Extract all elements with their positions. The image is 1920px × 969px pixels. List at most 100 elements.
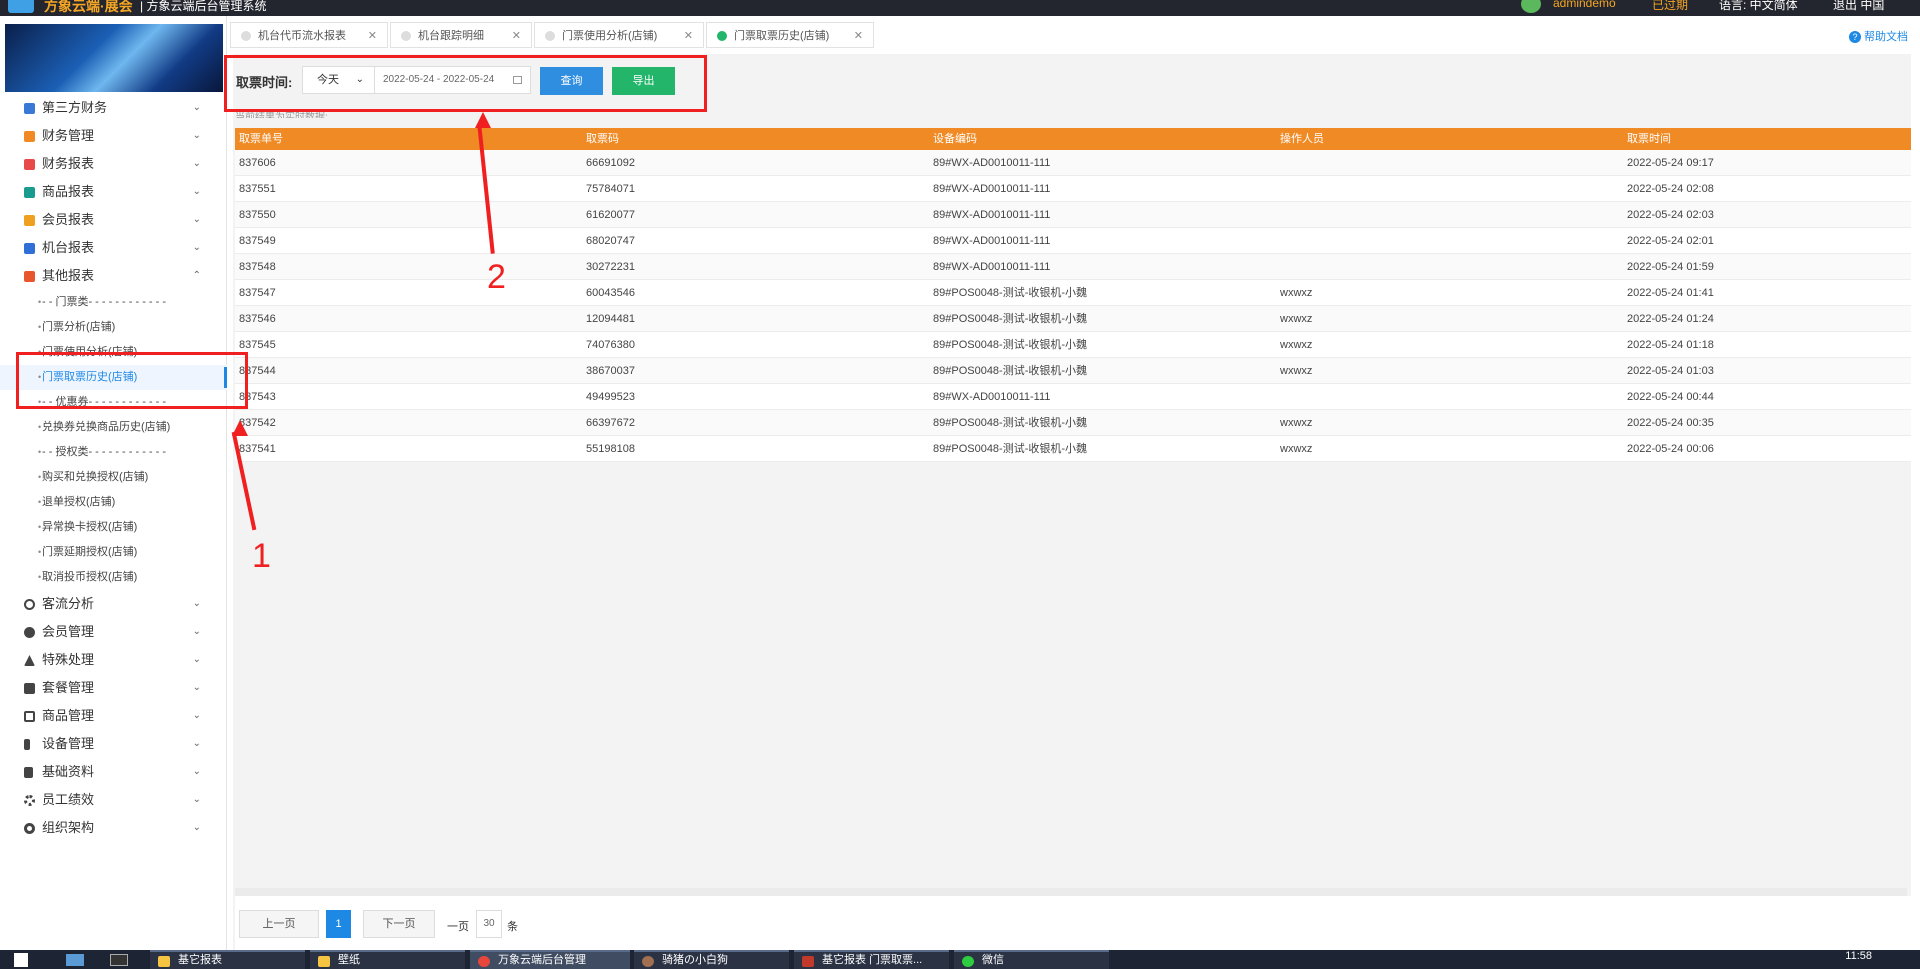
taskbar-item[interactable]: 壁纸 [310,950,465,969]
app-logo-icon [8,0,34,13]
column-header[interactable]: 取票单号 [239,128,283,150]
menu-item-staff[interactable]: 员工绩效 ⌄ [0,786,227,814]
column-header[interactable]: 取票时间 [1627,128,1671,150]
submenu-ticket-extend-auth[interactable]: 门票延期授权(店铺) [0,540,227,565]
folder-icon [158,956,170,967]
traffic-icon [24,599,35,610]
menu-item-basic[interactable]: 基础资料 ⌄ [0,758,227,786]
menu-item-member-report[interactable]: 会员报表 ⌄ [0,206,227,234]
menu-item-device[interactable]: 设备管理 ⌄ [0,730,227,758]
prev-page-button[interactable]: 上一页 [239,910,319,938]
menu-label: 员工绩效 [42,792,95,807]
report-icon [24,159,35,170]
menu-item-finance-report[interactable]: 财务报表 ⌄ [0,150,227,178]
table-row[interactable]: 837549 68020747 89#WX-AD0010011-111 2022-05… [235,228,1911,254]
tab-machine-token-report[interactable]: 机台代币流水报表 ✕ [230,22,388,48]
close-icon[interactable]: ✕ [684,23,693,49]
tab-ticket-history[interactable]: 门票取票历史(店铺) ✕ [706,22,874,48]
member-report-icon [24,215,35,226]
column-header[interactable]: 取票码 [586,128,619,150]
tab-dot-icon [545,31,555,41]
explorer-icon[interactable] [66,954,84,966]
username[interactable]: admindemo [1553,0,1616,10]
submenu-ticket-analysis[interactable]: 门票分析(店铺) [0,315,227,340]
taskbar-item[interactable]: 基它报表 [150,950,305,969]
menu-item-third-party-finance[interactable]: 第三方财务 ⌄ [0,94,227,122]
menu-label: 第三方财务 [42,100,108,115]
taskbar-label: 基它报表 [178,954,222,966]
close-icon[interactable]: ✕ [512,23,521,49]
menu-item-product-report[interactable]: 商品报表 ⌄ [0,178,227,206]
help-link[interactable]: ? 帮助文档 [1849,28,1908,44]
org-icon [24,823,35,834]
table-row[interactable]: 837541 55198108 89#POS0048-测试-收银机-小魏 wxwxz 2… [235,436,1911,462]
table-row[interactable]: 837606 66691092 89#WX-AD0010011-111 2022-05… [235,150,1911,176]
tab-dot-icon [241,31,251,41]
submenu-purchase-auth[interactable]: 购买和兑换授权(店铺) [0,465,227,490]
table-cell: 2022-05-24 02:03 [1627,209,1714,221]
tab-label: 门票使用分析(店铺) [562,30,658,42]
table-cell: 89#POS0048-测试-收银机-小魏 [933,287,1088,299]
table-cell: 2022-05-24 02:01 [1627,235,1714,247]
taskbar-item[interactable]: 基它报表 门票取票... [794,950,949,969]
close-icon[interactable]: ✕ [368,23,377,49]
table-cell: 89#POS0048-测试-收银机-小魏 [933,313,1088,325]
user-avatar[interactable] [1521,0,1541,13]
taskbar-label: 壁纸 [338,954,360,966]
os-taskbar: 基它报表 壁纸 万象云端后台管理 骑猪の小白狗 基它报表 门票取票... 微信 … [0,950,1920,969]
taskbar-item[interactable]: 万象云端后台管理 [470,950,630,969]
close-icon[interactable]: ✕ [854,23,863,49]
chevron-down-icon: ⌄ [192,738,201,749]
menu-item-package[interactable]: 套餐管理 ⌄ [0,674,227,702]
table-row[interactable]: 837542 66397672 89#POS0048-测试-收银机-小魏 wxwxz 2… [235,410,1911,436]
table-row[interactable]: 837545 74076380 89#POS0048-测试-收银机-小魏 wxwxz 2… [235,332,1911,358]
table-row[interactable]: 837543 49499523 89#WX-AD0010011-111 2022-05… [235,384,1911,410]
taskbar-item[interactable]: 微信 [954,950,1109,969]
column-header[interactable]: 操作人员 [1280,128,1324,150]
menu-item-traffic[interactable]: 客流分析 ⌄ [0,590,227,618]
submenu-card-change-auth[interactable]: 异常换卡授权(店铺) [0,515,227,540]
table-cell: 2022-05-24 01:18 [1627,339,1714,351]
table-cell: 89#WX-AD0010011-111 [933,261,1051,273]
clock[interactable]: 11:58 [1845,950,1872,962]
table-cell: wxwxz [1280,313,1313,325]
menu-label: 其他报表 [42,268,95,283]
horizontal-scrollbar[interactable] [235,888,1907,896]
tab-machine-tracking[interactable]: 机台跟踪明细 ✕ [390,22,532,48]
table-cell: 89#POS0048-测试-收银机-小魏 [933,417,1088,429]
tab-bar: 机台代币流水报表 ✕ 机台跟踪明细 ✕ 门票使用分析(店铺) ✕ 门票取票历史(店铺)… [230,22,1920,50]
menu-item-member[interactable]: 会员管理 ⌄ [0,618,227,646]
menu-item-finance-management[interactable]: 财务管理 ⌄ [0,122,227,150]
folder-icon [318,956,330,967]
submenu-refund-auth[interactable]: 退单授权(店铺) [0,490,227,515]
column-header[interactable]: 设备编码 [933,128,977,150]
menu-item-machine-report[interactable]: 机台报表 ⌄ [0,234,227,262]
menu-item-special[interactable]: 特殊处理 ⌄ [0,646,227,674]
table-cell: 2022-05-24 00:06 [1627,443,1714,455]
table-cell: 2022-05-24 01:24 [1627,313,1714,325]
menu-item-other-report[interactable]: 其他报表 ⌃ [0,262,227,290]
menu-item-org[interactable]: 组织架构 ⌄ [0,814,227,842]
expired-link[interactable]: 已过期 [1652,0,1688,13]
tab-ticket-usage-analysis[interactable]: 门票使用分析(店铺) ✕ [534,22,704,48]
product-report-icon [24,187,35,198]
terminal-icon[interactable] [110,954,128,966]
menu-item-goods[interactable]: 商品管理 ⌄ [0,702,227,730]
language-select[interactable]: 语言: 中文简体 [1719,0,1798,13]
next-page-button[interactable]: 下一页 [363,910,435,938]
submenu-coupon-exchange-history[interactable]: 兑换券兑换商品历史(店铺) [0,415,227,440]
table-cell: 2022-05-24 01:59 [1627,261,1714,273]
windows-start-icon[interactable] [14,953,28,967]
table-cell: 837546 [239,313,276,325]
exit-link[interactable]: 退出 中国 [1833,0,1884,13]
table-row[interactable]: 837546 12094481 89#POS0048-测试-收银机-小魏 wxwxz 2… [235,306,1911,332]
page-size-input[interactable]: 30 [476,910,502,938]
annotation-box-1 [16,352,248,409]
taskbar-label: 骑猪の小白狗 [662,954,728,966]
table-cell: wxwxz [1280,443,1313,455]
taskbar-item[interactable]: 骑猪の小白狗 [634,950,789,969]
table-row[interactable]: 837544 38670037 89#POS0048-测试-收银机-小魏 wxwxz 2… [235,358,1911,384]
page-1-button[interactable]: 1 [326,910,351,938]
table-cell: 89#POS0048-测试-收银机-小魏 [933,443,1088,455]
submenu-cancel-coin-auth[interactable]: 取消投币授权(店铺) [0,565,227,590]
